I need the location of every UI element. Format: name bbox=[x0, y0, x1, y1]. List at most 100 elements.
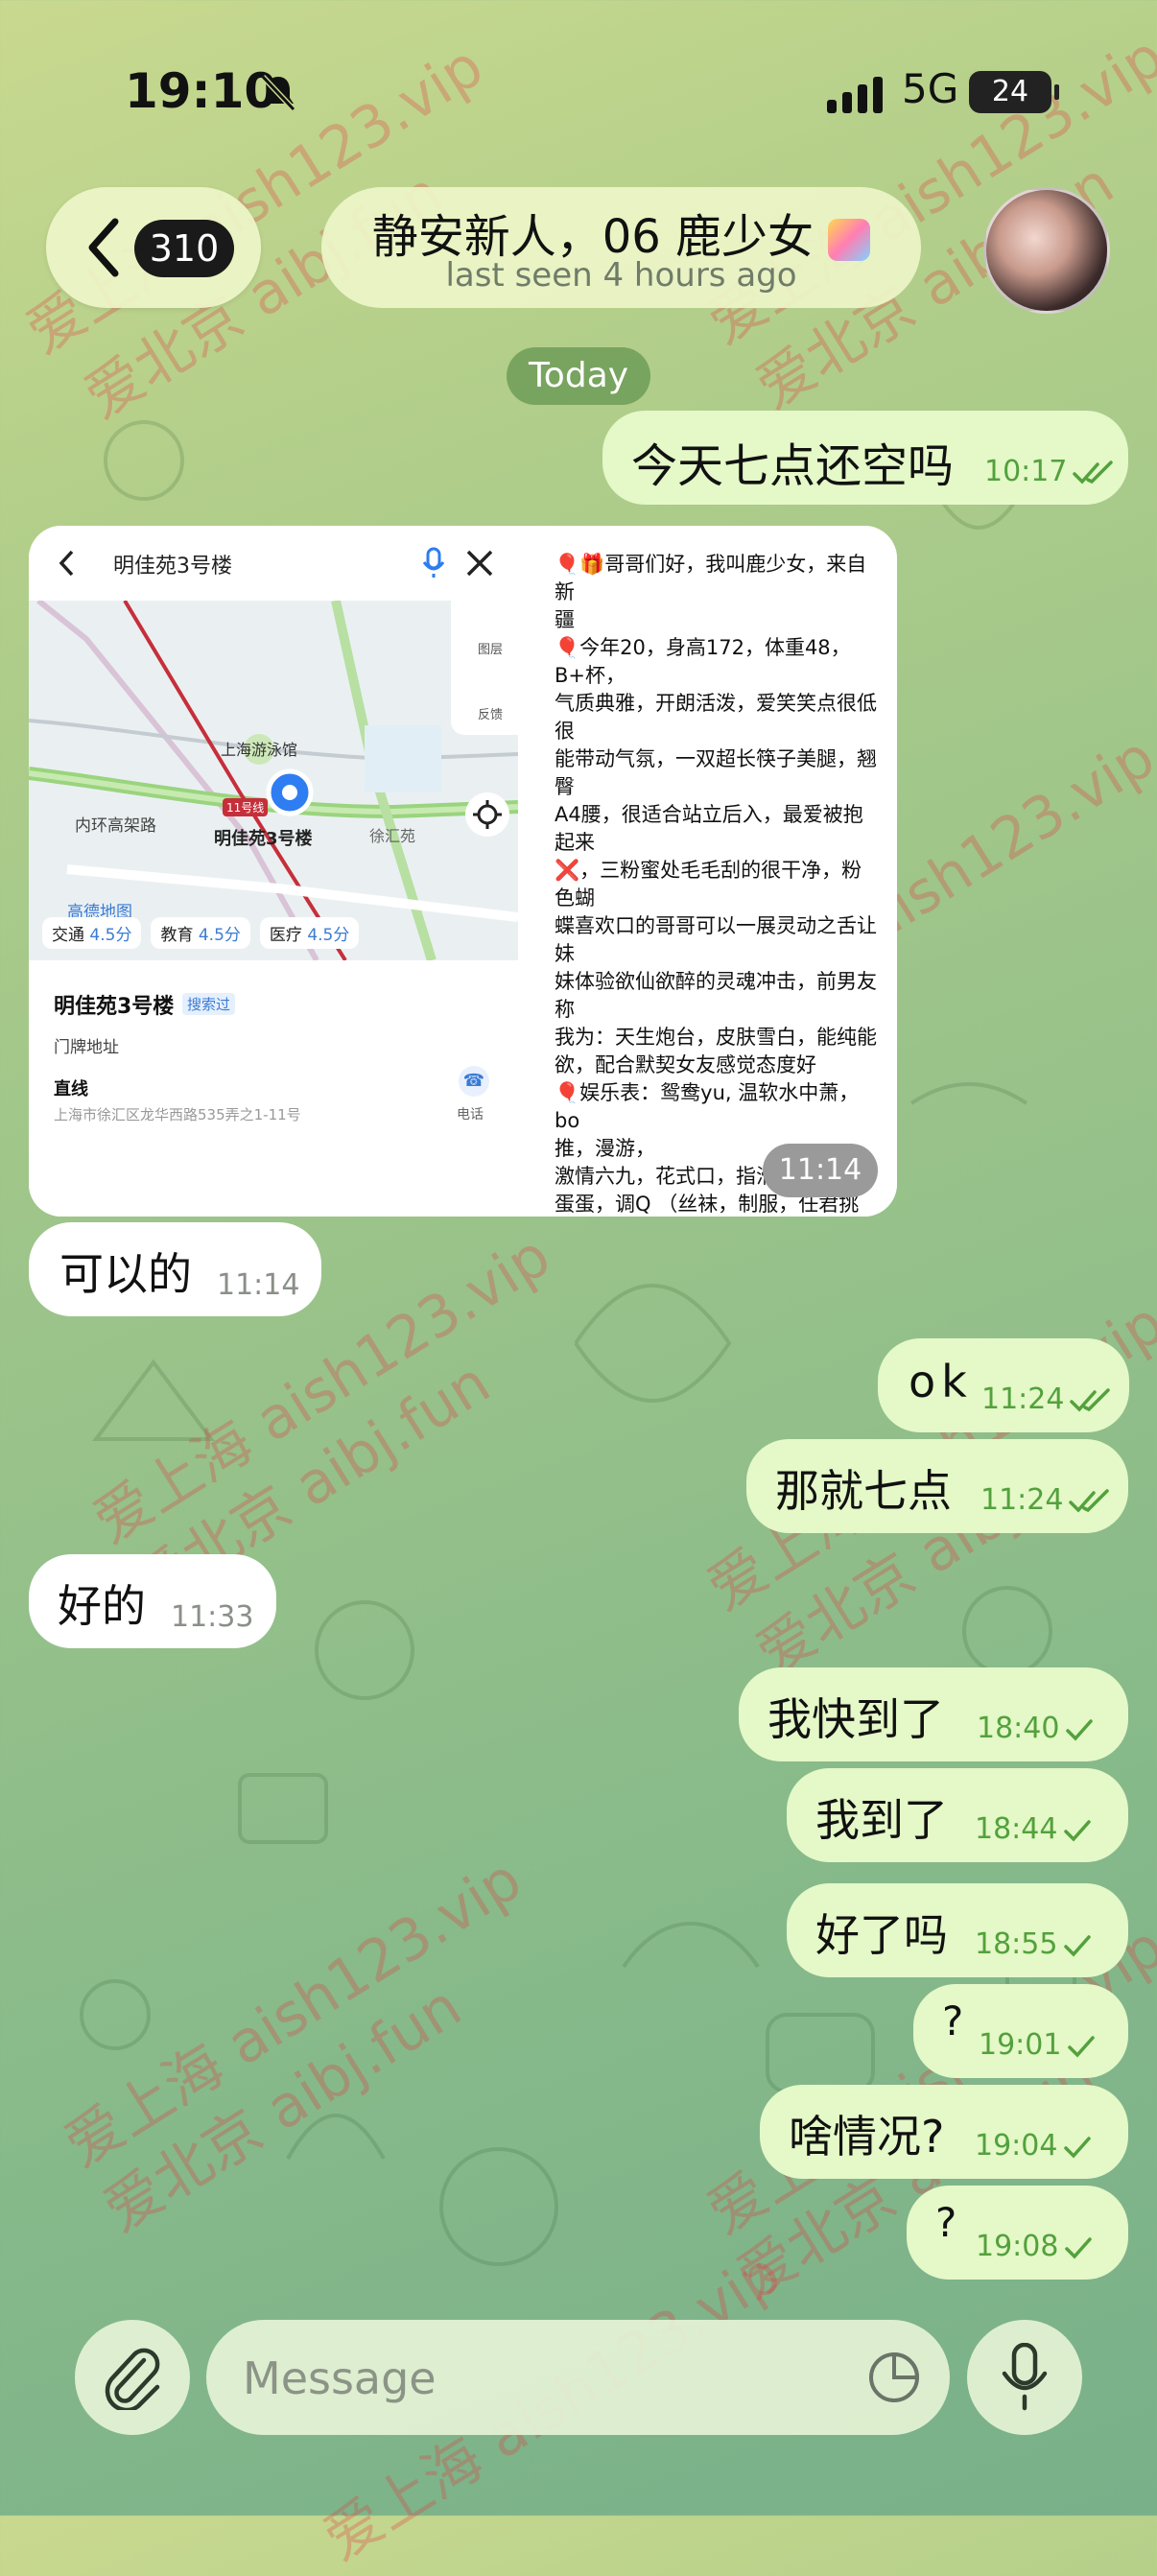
double-check-icon bbox=[1070, 1387, 1111, 1412]
ad-text-line: 🎈今年20，身高172，体重48，B+杯， bbox=[555, 636, 851, 687]
message-bubble-outgoing[interactable]: 我快到了 18:40 bbox=[739, 1667, 1128, 1761]
ad-text-line: 蝶喜欢口的哥哥可以一展灵动之舌让妹 bbox=[555, 914, 877, 965]
signal-icon bbox=[827, 77, 888, 119]
message-bubble-outgoing[interactable]: 我到了 18:44 bbox=[787, 1768, 1128, 1862]
message-input[interactable]: Message bbox=[206, 2320, 950, 2435]
message-bubble-incoming[interactable]: 好的 11:33 bbox=[29, 1554, 276, 1648]
silent-bell-icon bbox=[257, 71, 299, 117]
map-screenshot: 明佳苑3号楼 上海游泳馆 内环高架路 11号线 徐汇苑 明佳苑3号楼 高德地图 … bbox=[29, 526, 518, 1217]
message-bubble-outgoing[interactable]: 今天七点还空吗 10:17 bbox=[602, 411, 1128, 505]
message-time: 11:24 bbox=[980, 1483, 1113, 1517]
distance-label: 直线 bbox=[54, 1079, 88, 1099]
check-icon bbox=[1064, 2136, 1092, 2159]
message-text: 好的 bbox=[58, 1580, 146, 1632]
double-check-icon bbox=[1069, 1488, 1110, 1513]
map-side-tools: 图层 反馈 bbox=[451, 601, 518, 735]
phone-icon: ☎ bbox=[459, 1066, 489, 1097]
message-text: ? bbox=[935, 2199, 957, 2246]
message-placeholder: Message bbox=[243, 2352, 437, 2404]
map-poi-label: 徐汇苑 bbox=[369, 827, 416, 845]
battery-indicator: 24 bbox=[969, 71, 1059, 113]
message-text: 啥情况? bbox=[789, 2111, 945, 2162]
message-text: 我到了 bbox=[815, 1794, 948, 1846]
image-time: 11:14 bbox=[763, 1144, 878, 1197]
attach-button[interactable] bbox=[75, 2320, 190, 2435]
door-address-label: 门牌地址 bbox=[54, 1038, 119, 1057]
message-text: 可以的 bbox=[59, 1248, 192, 1300]
locate-icon bbox=[465, 792, 509, 837]
message-text: 今天七点还空吗 bbox=[631, 439, 955, 493]
message-text: 我快到了 bbox=[767, 1693, 944, 1745]
ad-text-line: 🎈娱乐表：鸳鸯yu, 温软水中萧，bo bbox=[555, 1081, 860, 1132]
map-road-label: 内环高架路 bbox=[75, 816, 156, 836]
ad-text-panel: 🎈🎁哥哥们好，我叫鹿少女，来自新疆 🎈今年20，身高172，体重48，B+杯， 气质… bbox=[518, 526, 897, 1217]
check-icon bbox=[1064, 1934, 1092, 1957]
ad-text-line: 我为：天生炮台，皮肤雪白，能纯能 bbox=[555, 1026, 877, 1049]
message-text: 好了吗 bbox=[815, 1909, 948, 1961]
place-info-panel: 明佳苑3号楼 搜索过 门牌地址 直线 上海市徐汇区龙华西路535弄之1-11号 … bbox=[29, 960, 518, 1217]
status-time: 19:10 bbox=[125, 63, 278, 119]
message-time: 18:44 bbox=[975, 1812, 1092, 1846]
place-name: 明佳苑3号楼 bbox=[54, 995, 175, 1019]
status-bar: 19:10 5G 24 bbox=[0, 58, 1157, 134]
message-time: 11:14 bbox=[217, 1268, 300, 1302]
check-icon bbox=[1068, 2035, 1096, 2058]
message-text: ok bbox=[909, 1356, 973, 1407]
ad-text-line: 妹体验欲仙欲醉的灵魂冲击，前男友称 bbox=[555, 970, 877, 1021]
score-chip: 交通 4.5分 bbox=[42, 917, 142, 949]
ad-text-line: 气质典雅，开朗活泼，爱笑笑点很低很 bbox=[555, 692, 877, 743]
message-bubble-outgoing[interactable]: 啥情况? 19:04 bbox=[760, 2085, 1128, 2179]
map-metro-label: 11号线 bbox=[223, 798, 269, 816]
message-bubble-outgoing[interactable]: 那就七点 11:24 bbox=[746, 1439, 1128, 1533]
message-time: 11:33 bbox=[171, 1600, 254, 1634]
message-time: 18:40 bbox=[977, 1712, 1094, 1745]
message-time: 11:24 bbox=[981, 1383, 1114, 1416]
message-time: 18:55 bbox=[975, 1927, 1092, 1961]
ad-text-line: ❌，三粉蜜处毛毛刮的很干净，粉色蝴 bbox=[555, 859, 862, 910]
check-icon bbox=[1066, 1718, 1094, 1741]
last-seen-status: last seen 4 hours ago bbox=[445, 256, 797, 295]
message-text: 那就七点 bbox=[775, 1465, 952, 1517]
map-image-message[interactable]: 明佳苑3号楼 上海游泳馆 内环高架路 11号线 徐汇苑 明佳苑3号楼 高德地图 … bbox=[29, 526, 897, 1217]
score-chips: 交通 4.5分 教育 4.5分 医疗 4.5分 bbox=[42, 917, 360, 949]
watermark: 爱上海 aish123.vip bbox=[53, 1845, 533, 2181]
message-text: ? bbox=[942, 1997, 964, 2044]
place-address: 上海市徐汇区龙华西路535弄之1-11号 bbox=[54, 1106, 301, 1123]
layers-label: 图层 bbox=[478, 643, 504, 657]
message-bubble-incoming[interactable]: 可以的 11:14 bbox=[29, 1222, 321, 1316]
message-bubble-outgoing[interactable]: ? 19:01 bbox=[913, 1984, 1128, 2078]
phone-label: 电话 bbox=[457, 1107, 484, 1123]
voice-record-button[interactable] bbox=[967, 2320, 1082, 2435]
chevron-left-icon bbox=[84, 216, 123, 283]
check-icon bbox=[1065, 2236, 1093, 2259]
microphone-icon bbox=[1002, 2343, 1048, 2411]
map-search-title: 明佳苑3号楼 bbox=[113, 555, 232, 579]
paperclip-icon bbox=[105, 2348, 160, 2410]
check-icon bbox=[1064, 1819, 1092, 1842]
message-bubble-outgoing[interactable]: ? 19:08 bbox=[907, 2186, 1128, 2280]
sticker-icon[interactable] bbox=[865, 2349, 923, 2406]
message-time: 19:08 bbox=[976, 2230, 1093, 2263]
ad-text-line: A4腰，很适合站立后入，最爱被抱起来 bbox=[555, 803, 863, 854]
message-time: 10:17 bbox=[984, 455, 1117, 488]
chat-title-pill[interactable]: 静安新人，06 鹿少女 last seen 4 hours ago bbox=[321, 187, 921, 308]
feedback-label: 反馈 bbox=[478, 708, 504, 722]
back-button[interactable]: 310 bbox=[46, 187, 261, 308]
score-chip: 医疗 4.5分 bbox=[259, 917, 360, 949]
message-bubble-outgoing[interactable]: 好了吗 18:55 bbox=[787, 1883, 1128, 1977]
message-bubble-outgoing[interactable]: ok 11:24 bbox=[878, 1338, 1129, 1432]
ad-text-line: 🎈🎁哥哥们好，我叫鹿少女，来自新 bbox=[555, 553, 867, 603]
sticker-icon bbox=[828, 219, 871, 261]
watermark: 爱北京 aibj.fun bbox=[92, 1973, 473, 2246]
ad-text-lines: 🎈🎁哥哥们好，我叫鹿少女，来自新疆 🎈今年20，身高172，体重48，B+杯， 气质… bbox=[555, 551, 881, 1217]
avatar[interactable] bbox=[983, 187, 1110, 314]
map-poi-label: 上海游泳馆 bbox=[221, 741, 298, 759]
ad-text-line: 疆 bbox=[555, 608, 575, 631]
map-search-bar: 明佳苑3号楼 bbox=[29, 526, 518, 601]
message-time: 19:01 bbox=[979, 2028, 1096, 2062]
date-separator: Today bbox=[507, 347, 650, 405]
map-view: 上海游泳馆 内环高架路 11号线 徐汇苑 明佳苑3号楼 高德地图 图层 反馈 交… bbox=[29, 601, 518, 960]
close-icon bbox=[466, 550, 493, 577]
chevron-left-icon bbox=[59, 550, 74, 577]
ad-text-line: 能带动气氛，一双超长筷子美腿，翘臀 bbox=[555, 747, 877, 798]
